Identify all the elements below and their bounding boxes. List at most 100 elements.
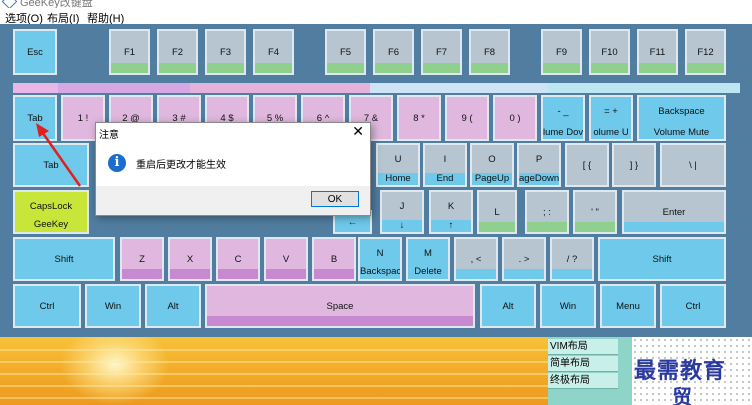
key-win-left[interactable]: Win	[85, 284, 141, 328]
layout-simple[interactable]: 简单布局	[548, 356, 618, 372]
key-label: Backspace	[658, 106, 705, 118]
key-8[interactable]: 8 *	[397, 95, 441, 141]
key-right-bracket[interactable]: ] }	[612, 143, 656, 187]
key-label: I	[443, 153, 447, 165]
key-backspace[interactable]: Backspace Volume Mute	[637, 95, 726, 141]
key-n[interactable]: N Backspace	[358, 237, 402, 281]
key-label: F2	[171, 47, 184, 58]
key-sublabel: ageDown	[519, 173, 560, 185]
layout-vim[interactable]: VIM布局	[548, 339, 618, 355]
key-c[interactable]: C	[216, 237, 260, 281]
key-k[interactable]: K ↑	[429, 190, 473, 234]
key-f6[interactable]: F6	[373, 29, 414, 75]
key-space[interactable]: Space	[205, 284, 475, 328]
key-backslash[interactable]: \ |	[660, 143, 726, 187]
key-l[interactable]: L	[477, 190, 517, 234]
key-9[interactable]: 9 (	[445, 95, 489, 141]
key-sublabel: ↓	[382, 220, 422, 232]
key-f1[interactable]: F1	[109, 29, 150, 75]
key-label: F7	[435, 47, 448, 58]
key-label: Ctrl	[39, 301, 55, 312]
key-label: Tab	[43, 160, 59, 171]
key-o[interactable]: O PageUp	[470, 143, 514, 187]
key-win-right[interactable]: Win	[540, 284, 596, 328]
key-minus[interactable]: - _lume Dov	[541, 95, 585, 141]
layout-ultimate[interactable]: 终极布局	[548, 373, 618, 389]
key-label: Enter	[662, 207, 686, 218]
key-slash[interactable]: / ?	[550, 237, 594, 281]
key-m[interactable]: M Delete	[406, 237, 450, 281]
key-sublabel: olume U	[591, 127, 631, 139]
key-j[interactable]: J ↓	[380, 190, 424, 234]
key-v[interactable]: V	[264, 237, 308, 281]
key-label: / ?	[566, 254, 578, 265]
key-f8[interactable]: F8	[469, 29, 510, 75]
key-f3[interactable]: F3	[205, 29, 246, 75]
key-label: P	[535, 153, 543, 165]
key-label: = +	[604, 106, 618, 118]
key-esc[interactable]: Esc	[13, 29, 57, 75]
key-period[interactable]: . >	[502, 237, 546, 281]
key-enter[interactable]: Enter	[622, 190, 726, 234]
layout-list: VIM布局 简单布局 终极布局	[548, 337, 632, 405]
key-label: - _	[557, 106, 569, 118]
key-f4[interactable]: F4	[253, 29, 294, 75]
key-shift-left[interactable]: Shift	[13, 237, 115, 281]
key-menu[interactable]: Menu	[600, 284, 656, 328]
key-comma[interactable]: , <	[454, 237, 498, 281]
watermark-text-2: 贸	[672, 387, 692, 405]
key-u[interactable]: U Home	[376, 143, 420, 187]
key-f12[interactable]: F12	[685, 29, 726, 75]
key-sublabel: GeeKey	[33, 219, 69, 230]
key-alt-left[interactable]: Alt	[145, 284, 201, 328]
key-label: B	[330, 254, 338, 265]
key-label: Ctrl	[685, 301, 701, 312]
key-f11[interactable]: F11	[637, 29, 678, 75]
key-label: N	[376, 247, 384, 259]
key-sublabel: Backspace	[360, 266, 402, 277]
key-shift-right[interactable]: Shift	[598, 237, 726, 281]
key-alt-right[interactable]: Alt	[480, 284, 536, 328]
key-capslock[interactable]: CapsLock GeeKey	[13, 190, 89, 234]
key-left-bracket[interactable]: [ {	[565, 143, 609, 187]
key-f10[interactable]: F10	[589, 29, 630, 75]
key-ctrl-left[interactable]: Ctrl	[13, 284, 81, 328]
key-f5[interactable]: F5	[325, 29, 366, 75]
key-label: Menu	[616, 301, 640, 312]
title-bar: GeeKey改键盘	[0, 0, 752, 8]
key-ctrl-right[interactable]: Ctrl	[660, 284, 726, 328]
key-label: X	[186, 254, 194, 265]
layer-band	[58, 83, 190, 93]
key-sublabel: lume Dov	[543, 127, 584, 139]
key-label: ; :	[543, 207, 551, 218]
key-f7[interactable]: F7	[421, 29, 462, 75]
key-label: ] }	[629, 160, 639, 171]
key-label: ←	[347, 217, 358, 228]
bottom-panel: VIM布局 简单布局 终极布局 最需教育 贸	[0, 337, 752, 405]
key-z[interactable]: Z	[120, 237, 164, 281]
key-sublabel: Home	[378, 173, 418, 185]
key-plus[interactable]: = + olume U	[589, 95, 633, 141]
key-i[interactable]: I End	[423, 143, 467, 187]
key-semicolon[interactable]: ; :	[525, 190, 569, 234]
ok-button[interactable]: OK	[311, 191, 359, 207]
key-label: F12	[697, 47, 714, 58]
key-f2[interactable]: F2	[157, 29, 198, 75]
key-label: U	[394, 153, 402, 165]
notice-dialog: 注意 ✕ i 重启后更改才能生效 OK	[95, 122, 371, 216]
key-tab-top[interactable]: Tab	[13, 95, 57, 141]
key-label: Space	[326, 301, 354, 312]
key-0[interactable]: 0 )	[493, 95, 537, 141]
key-tab[interactable]: Tab	[13, 143, 89, 187]
key-b[interactable]: B	[312, 237, 356, 281]
key-label: F1	[123, 47, 136, 58]
close-icon[interactable]: ✕	[352, 123, 364, 140]
key-p[interactable]: PageDown	[517, 143, 561, 187]
key-quote[interactable]: ' "	[573, 190, 617, 234]
background-image	[0, 337, 548, 405]
layer-band	[190, 83, 370, 93]
key-label: Alt	[167, 301, 179, 312]
layer-band	[370, 83, 548, 93]
key-f9[interactable]: F9	[541, 29, 582, 75]
key-x[interactable]: X	[168, 237, 212, 281]
